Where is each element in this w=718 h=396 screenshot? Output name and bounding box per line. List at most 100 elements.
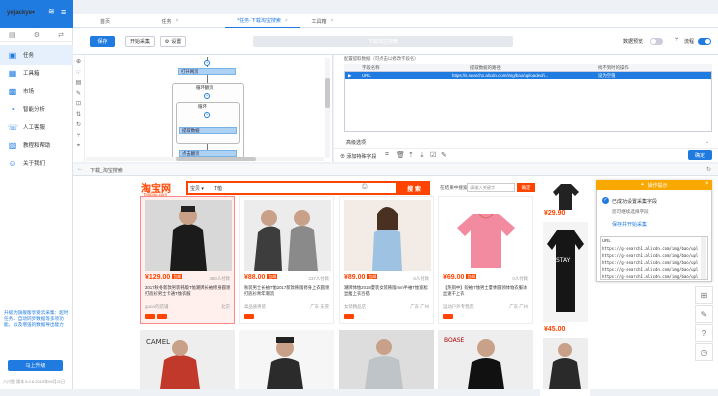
product-title[interactable]: 2017秋冬新款男装韩版T恤潮牌长袖修身圆领打底衫男士卡通T恤衣服 [145, 285, 232, 297]
product-image[interactable]: STAY [543, 222, 588, 322]
product-card[interactable]: ¥89.00 包邮 6人付款 潮牌体恤2018夏装女装韩版mm半袖T恤宽松显瘦上衣… [339, 196, 434, 324]
bracket-icon[interactable]: ⌗ [385, 151, 389, 159]
click-icon[interactable]: ☞ [76, 68, 81, 79]
tab-tasks[interactable]: 任务 × [150, 14, 190, 28]
delete-icon[interactable]: 🗑 [396, 151, 405, 159]
sidebar-item-support[interactable]: ☏ 人工客服 [0, 117, 73, 137]
sidebar-item-market[interactable]: ▩ 市场 [0, 81, 73, 101]
product-image[interactable] [543, 180, 588, 210]
loop-icon[interactable]: ↻ [76, 120, 81, 131]
question-icon[interactable]: ? [695, 324, 713, 342]
edit-icon[interactable]: ✎ [695, 305, 713, 323]
flow-add-icon[interactable]: + [204, 60, 210, 66]
captcha-icon[interactable]: ⊡ [76, 99, 81, 110]
chevron-down-icon[interactable]: ▼ [31, 10, 36, 16]
shop-search-input[interactable]: 请输入关键字 [467, 183, 515, 192]
flow-node-loop[interactable]: 循环 [198, 104, 207, 110]
product-image[interactable] [344, 200, 431, 271]
save-button[interactable]: 保存 [90, 36, 115, 47]
sidebar-item-help[interactable]: ▧ 教程和帮助 [0, 135, 73, 155]
flow-node-open-page[interactable]: 打开网页 [178, 68, 236, 75]
tab-home[interactable]: 首页 [85, 14, 125, 28]
chevron-down-icon[interactable]: ⌄ [705, 139, 709, 145]
product-card[interactable]: ¥69.00 包邮 0人付款 【热销中】短袖T恤男士夏季圆领体恤衣服冰丝速干上衣 … [438, 196, 533, 324]
product-card[interactable]: CAMEL [140, 330, 235, 389]
product-card[interactable]: ¥88.00 包邮 237人付款 秋装男士长袖T恤2017新款韩版修身上衣圆领打底… [239, 196, 334, 324]
open-page-icon[interactable]: ⊕ [76, 57, 81, 68]
product-shop[interactable]: 高品质男装 [244, 304, 266, 310]
clock-icon[interactable]: ◷ [695, 343, 713, 361]
product-card[interactable] [239, 330, 334, 389]
tab-current-task[interactable]: *任务-下载淘宝搜索 × [225, 14, 300, 28]
edit-icon[interactable]: ✎ [441, 151, 447, 159]
flow-scrollbar-horizontal[interactable] [86, 157, 324, 161]
sidebar-item-analysis[interactable]: ◔ 智能分析 [0, 99, 73, 119]
field-action-cell[interactable]: 设为空值 [598, 73, 616, 79]
branch-icon[interactable]: ⑂ [77, 131, 81, 142]
product-title[interactable]: 【热销中】短袖T恤男士夏季圆领体恤衣服冰丝速干上衣 [443, 285, 530, 297]
sidebar-item-about[interactable]: ☺ 关于我们 [0, 153, 73, 173]
back-icon[interactable]: ← [77, 166, 83, 172]
sidebar-item-task[interactable]: ▣ 任务 [0, 45, 73, 65]
flow-node-extract[interactable]: 提取数据 [179, 127, 237, 134]
product-image[interactable] [145, 200, 232, 271]
tab-toolbox[interactable]: 工具箱 × [300, 14, 345, 28]
shop-search-button[interactable]: 确定 [517, 183, 535, 192]
flow-add-icon[interactable]: + [204, 112, 210, 118]
upgrade-button[interactable]: 马上升级 [8, 360, 63, 371]
add-special-field-button[interactable]: ⊕ 添加特殊字段 [340, 153, 376, 160]
product-shop[interactable]: gucci的店铺 [145, 304, 168, 310]
product-image[interactable]: BOASE [438, 330, 533, 389]
popup-scrollbar[interactable] [701, 237, 706, 279]
link-icon[interactable]: ⇄ [58, 31, 64, 39]
settings-button[interactable]: ⚙ 设置 [160, 36, 186, 47]
advanced-options-toggle[interactable]: 高级选项 [346, 139, 366, 146]
close-icon[interactable]: × [176, 18, 179, 24]
product-card[interactable]: BOASE [438, 330, 533, 389]
product-card[interactable] [339, 330, 434, 389]
popup-header[interactable]: ✦ 操作提示 [596, 180, 712, 190]
field-name-cell[interactable]: URL [362, 73, 371, 78]
flow-scrollbar-vertical[interactable] [325, 58, 330, 158]
document-icon[interactable]: ▤ [9, 31, 16, 39]
gear-icon[interactable]: ⚙ [34, 31, 40, 39]
confirm-button[interactable]: 确定 [688, 150, 712, 160]
gift-icon[interactable]: ⊞ [695, 286, 713, 304]
product-image[interactable]: CAMEL [140, 330, 235, 389]
product-title[interactable]: 秋装男士长袖T恤2017新款韩版修身上衣圆领打底衫青年潮流 [244, 285, 331, 297]
product-card[interactable]: ¥129.00 包邮 450人付款 2017秋冬新款男装韩版T恤潮牌长袖修身圆领打… [140, 196, 235, 324]
field-path-cell[interactable]: https://s.search1.alicdn.com/img/bao/upl… [452, 73, 592, 78]
camera-icon[interactable]: ⎙ [362, 183, 368, 191]
close-icon[interactable]: × [331, 18, 334, 24]
flow-loop-items[interactable] [176, 102, 240, 144]
move-down-icon[interactable]: ⇣ [419, 151, 425, 159]
check-icon[interactable]: ☑ [430, 151, 436, 159]
flow-node-loop-paginate[interactable]: 循环翻页 [196, 85, 214, 91]
username[interactable]: yejackye [7, 10, 32, 16]
flow-toggle[interactable] [698, 38, 711, 45]
close-icon[interactable]: × [285, 18, 288, 24]
menu-icon[interactable]: ≡ [61, 8, 66, 17]
product-shop[interactable]: 女装精品店 [344, 304, 366, 310]
product-shop[interactable]: 运动户外专营店 [443, 304, 474, 310]
product-image[interactable] [239, 330, 334, 389]
switch-icon[interactable]: ⇅ [76, 110, 81, 121]
flow-node-next-page[interactable]: 点击翻页 [179, 150, 237, 157]
mouse-icon[interactable]: ⌖ [77, 141, 80, 152]
product-image[interactable] [339, 330, 434, 389]
move-up-icon[interactable]: ⇡ [408, 151, 414, 159]
product-image[interactable] [443, 200, 530, 271]
search-type-select[interactable]: 宝贝 ▾ [190, 185, 204, 192]
save-and-start-link[interactable]: 保存并开始采集 [612, 221, 647, 228]
sidebar-item-toolbox[interactable]: ▦ 工具箱 [0, 63, 73, 83]
product-image[interactable] [543, 338, 588, 389]
data-preview-toggle[interactable] [650, 38, 663, 45]
search-input[interactable]: T恤 [214, 185, 222, 192]
close-icon[interactable]: × [705, 181, 709, 187]
start-collect-button[interactable]: 开始采集 [125, 36, 155, 47]
product-title[interactable]: 潮牌体恤2018夏装女装韩版mm半袖T恤宽松显瘦上衣百搭 [344, 285, 431, 297]
extract-icon[interactable]: ▤ [76, 78, 82, 89]
product-image[interactable] [244, 200, 331, 271]
refresh-icon[interactable]: ↻ [706, 166, 711, 173]
input-icon[interactable]: ✎ [76, 89, 81, 100]
